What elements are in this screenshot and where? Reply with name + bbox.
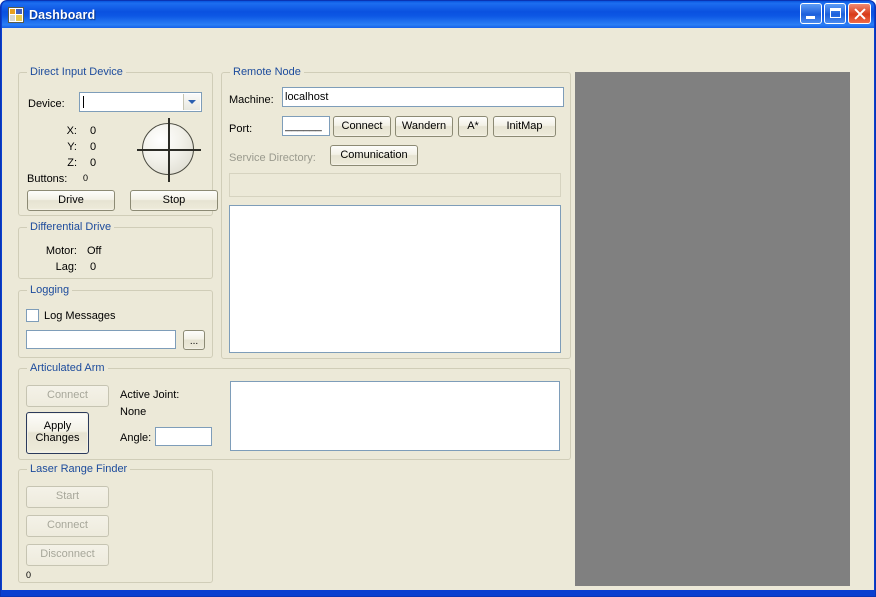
- connect-button[interactable]: Connect: [333, 116, 391, 137]
- device-text-cursor: [83, 96, 84, 108]
- log-messages-label: Log Messages: [44, 310, 116, 322]
- buttons-label: Buttons:: [27, 173, 68, 185]
- axis-x-value: 0: [90, 125, 97, 137]
- group-logging: Logging Log Messages ...: [18, 284, 213, 358]
- device-label: Device:: [28, 98, 65, 110]
- group-legend-direct-input-device: Direct Input Device: [27, 66, 126, 78]
- axis-y-label: Y:: [67, 141, 77, 153]
- group-legend-laser-range-finder: Laser Range Finder: [27, 463, 131, 475]
- motor-label: Motor:: [45, 245, 77, 257]
- close-button[interactable]: [848, 3, 871, 24]
- log-path-input[interactable]: [26, 330, 176, 349]
- initmap-button[interactable]: InitMap: [493, 116, 556, 137]
- group-legend-remote-node: Remote Node: [230, 66, 304, 78]
- group-direct-input-device: Direct Input Device Device: X: 0 Y: 0 Z:…: [18, 66, 218, 216]
- application-window: Dashboard Direct Input Device Device: X:…: [0, 0, 876, 597]
- lrf-connect-button[interactable]: Connect: [26, 515, 109, 537]
- motor-value: Off: [87, 245, 102, 257]
- axis-z-label: Z:: [67, 157, 77, 169]
- lrf-start-button[interactable]: Start: [26, 486, 109, 508]
- drive-button[interactable]: Drive: [27, 190, 115, 211]
- angle-label: Angle:: [120, 432, 152, 444]
- joint-list[interactable]: [230, 381, 560, 451]
- machine-input[interactable]: [282, 87, 564, 107]
- lrf-count-value: 0: [26, 570, 32, 580]
- port-label: Port:: [229, 123, 253, 135]
- comunication-button[interactable]: Comunication: [330, 145, 418, 166]
- group-differential-drive: Differential Drive Motor: Off Lag: 0: [18, 221, 213, 279]
- active-joint-value: None: [120, 406, 147, 418]
- service-directory-list[interactable]: [229, 173, 561, 197]
- group-legend-articulated-arm: Articulated Arm: [27, 362, 108, 374]
- chevron-down-icon[interactable]: [183, 94, 200, 110]
- wandern-button[interactable]: Wandern: [395, 116, 453, 137]
- browse-button[interactable]: ...: [183, 330, 205, 350]
- apply-changes-button[interactable]: Apply Changes: [26, 412, 89, 454]
- axis-z-value: 0: [90, 157, 97, 169]
- axis-x-label: X:: [66, 125, 77, 137]
- arm-connect-button[interactable]: Connect: [26, 385, 109, 407]
- group-legend-logging: Logging: [27, 284, 73, 296]
- lag-label: Lag:: [55, 261, 77, 273]
- minimize-button[interactable]: [800, 3, 822, 24]
- lrf-disconnect-button[interactable]: Disconnect: [26, 544, 109, 566]
- lag-value: 0: [90, 261, 97, 273]
- stop-button[interactable]: Stop: [130, 190, 218, 211]
- maximize-button[interactable]: [824, 3, 846, 24]
- buttons-value: 0: [83, 173, 89, 183]
- port-input[interactable]: [282, 116, 330, 136]
- remote-node-log-list[interactable]: [229, 205, 561, 353]
- window-title: Dashboard: [29, 7, 96, 22]
- log-messages-checkbox[interactable]: [26, 309, 39, 322]
- active-joint-label: Active Joint:: [120, 389, 180, 401]
- title-bar[interactable]: Dashboard: [2, 1, 874, 28]
- astar-button[interactable]: A*: [458, 116, 488, 137]
- client-area: Direct Input Device Device: X: 0 Y: 0 Z:…: [2, 28, 874, 590]
- map-render-panel[interactable]: [575, 72, 850, 586]
- group-remote-node: Remote Node Machine: Port: Connect Wande…: [221, 66, 571, 359]
- device-combobox[interactable]: [79, 92, 202, 112]
- joystick-crosshair-icon: [137, 118, 201, 182]
- group-legend-differential-drive: Differential Drive: [27, 221, 115, 233]
- apply-changes-line2: Changes: [35, 432, 80, 444]
- machine-label: Machine:: [229, 94, 274, 106]
- axis-y-value: 0: [90, 141, 97, 153]
- angle-input[interactable]: [155, 427, 212, 446]
- service-directory-label: Service Directory:: [229, 152, 316, 164]
- group-articulated-arm: Articulated Arm Connect Apply Changes Ac…: [18, 362, 571, 460]
- group-laser-range-finder: Laser Range Finder Start Connect Disconn…: [18, 463, 213, 583]
- app-grid-icon: [8, 6, 24, 23]
- window-controls: [800, 3, 871, 24]
